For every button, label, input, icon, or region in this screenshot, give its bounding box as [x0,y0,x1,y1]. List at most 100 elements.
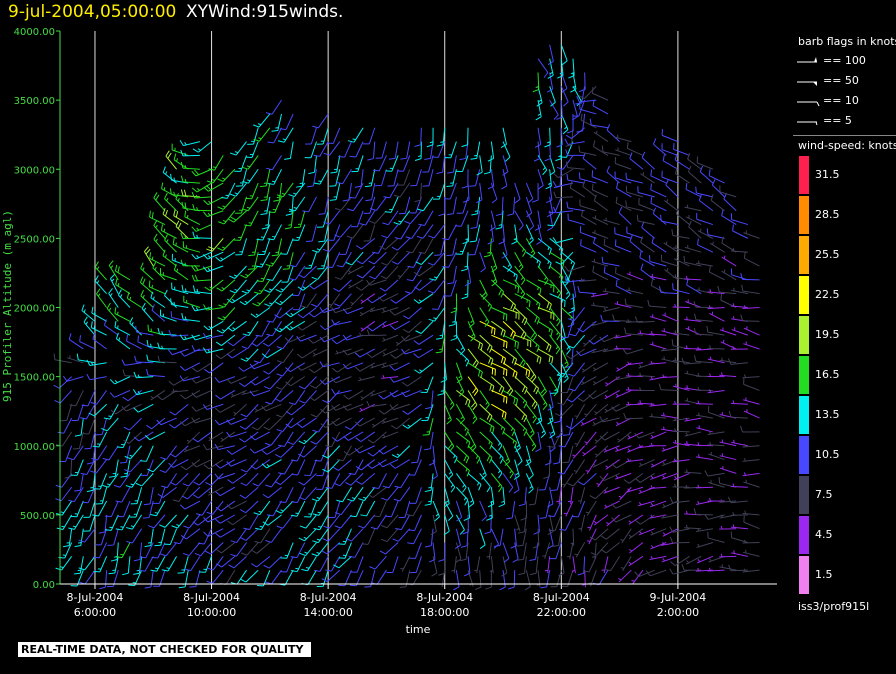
wind-barb [316,210,329,228]
wind-barb [704,470,725,477]
wind-barb [611,514,632,523]
flag-legend-label: == 50 [823,74,859,87]
wind-barb [686,278,702,295]
wind-barb [444,459,454,480]
wind-barb [215,459,236,469]
wind-barb [215,486,236,497]
wind-barb [662,528,679,537]
wind-barb [574,542,586,558]
wind-barb [467,348,479,368]
wind-barb [525,362,537,383]
x-tick-time: 14:00:00 [303,606,352,619]
wind-barb [727,358,748,365]
wind-barb [553,168,574,179]
wind-barb [338,528,352,545]
wind-barb [742,305,760,309]
wind-barb [397,169,411,186]
wind-barb [427,251,446,266]
wind-barb [413,293,434,304]
wind-barb [502,376,514,396]
wind-barb [334,293,352,307]
y-tick-label: 2000.00 [14,304,55,315]
wind-barb [204,362,224,374]
wind-barb [366,400,387,408]
wind-barb [204,279,224,291]
x-tick-time: 18:00:00 [420,606,469,619]
wind-barb [62,375,84,382]
wind-barb [372,238,387,254]
wind-barb [278,431,294,447]
wind-barb [414,127,422,147]
wind-barb [731,287,748,295]
wind-barb [123,417,142,431]
wind-barb [179,139,201,147]
wind-barb [409,542,422,559]
wind-barb [490,473,503,493]
wind-barb [202,210,224,218]
wind-barb [123,431,142,444]
wind-barb [649,402,667,407]
wind-barb [568,376,586,392]
wind-barb [582,445,597,457]
speed-legend-label: 1.5 [815,568,833,581]
wind-barb [63,528,73,548]
flag-legend-row: == 10 [793,91,896,111]
wind-barb [479,417,495,434]
wind-barb [456,459,470,477]
wind-barb [109,273,119,294]
wind-barb [297,417,317,428]
wind-barb [276,182,294,198]
wind-barb [634,472,655,483]
wind-barb [387,169,399,187]
wind-barb [501,169,508,190]
wind-barb [285,196,294,216]
wind-barb [524,570,531,591]
wind-barb [426,127,434,148]
wind-barb [343,431,364,441]
station-label: iss3/prof915l [798,600,870,613]
wind-barb [262,334,282,347]
wind-barb [684,469,702,474]
wind-barb [444,279,457,297]
wind-barb [327,224,341,241]
wind-barb [565,127,585,139]
wind-barb [191,362,212,373]
wind-barb [707,531,725,544]
wind-barb [550,473,562,491]
wind-barb [719,372,737,378]
wind-barb [574,431,586,447]
wind-barb [501,556,508,577]
wind-barb [264,431,282,446]
wind-barb [409,556,422,574]
wind-barb [431,293,446,310]
wind-barb [696,425,714,433]
wind-barb [502,445,511,466]
speed-color-swatch [799,436,809,474]
wind-barb [460,528,469,548]
wind-barb [628,514,644,525]
wind-barb [366,459,387,469]
wind-barb [180,528,201,540]
wind-barb [296,334,317,342]
wind-barb [179,348,201,357]
wind-barb [417,196,434,212]
y-tick-label: 1500.00 [14,373,55,384]
wind-barb [672,458,690,463]
wind-barb [354,348,376,358]
wind-barb [455,362,463,384]
wind-barb [107,528,119,546]
wind-barb [126,292,142,308]
wind-barb [514,251,524,273]
wind-barb [591,183,609,198]
wind-barb [495,196,504,217]
speed-legend-label: 4.5 [815,528,833,541]
wind-barb [459,141,469,161]
wind-barb [192,231,212,239]
wind-barb [150,556,166,572]
wind-barb [407,528,422,545]
wind-barb [150,291,166,308]
wind-barb [577,286,597,295]
wind-barb [740,314,760,322]
wind-barb [435,321,446,340]
wind-barb [585,500,597,516]
